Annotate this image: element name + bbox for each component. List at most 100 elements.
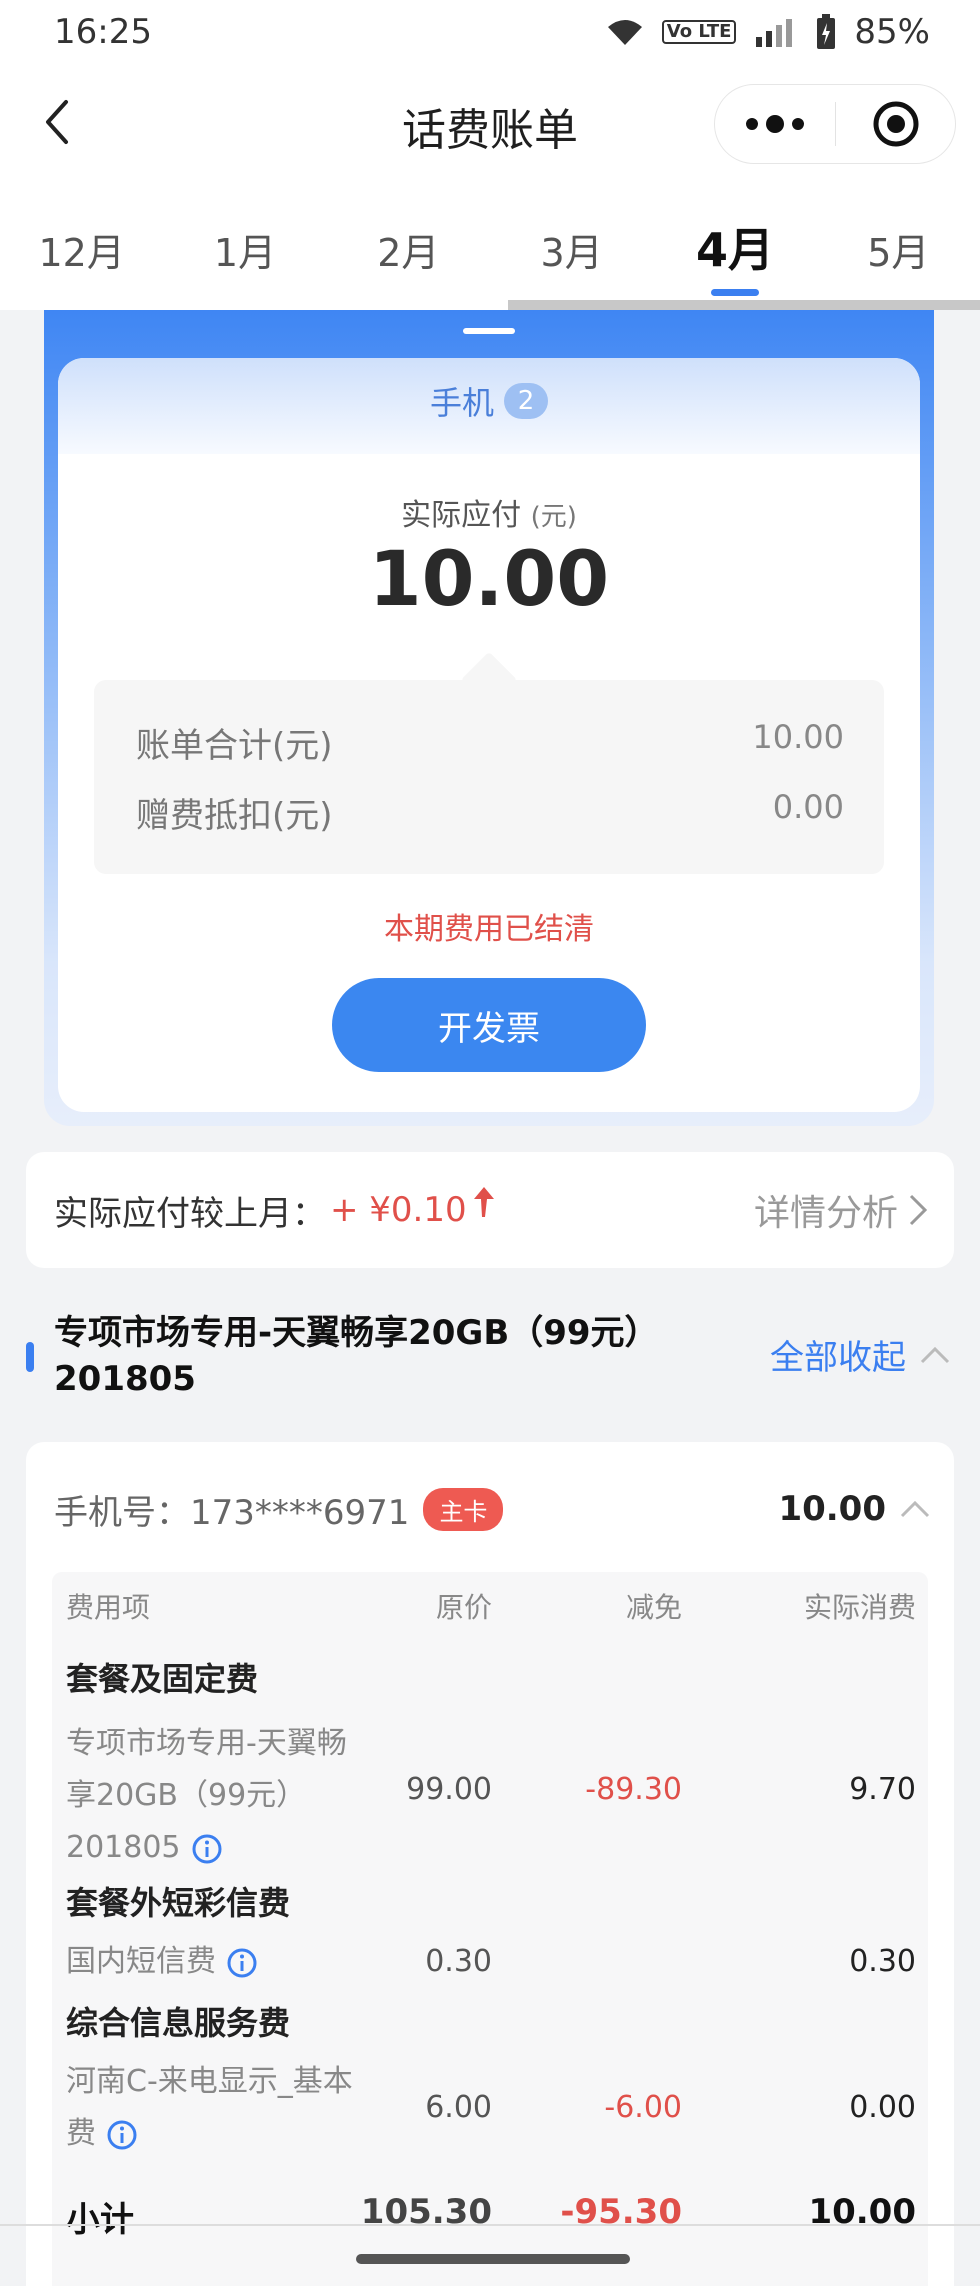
group-info-service: 综合信息服务费 [66,2004,291,2042]
invoice-button[interactable]: 开发票 [332,978,646,1072]
sms-original: 0.30 [425,1944,492,1979]
chevron-right-icon [909,1194,928,1226]
phone-number: 手机号：173****6971 [54,1492,410,1533]
tab-month-12[interactable]: 12月 [0,182,163,310]
pay-amount: 10.00 [368,534,610,623]
col-original: 原价 [435,1591,492,1624]
fee-table: 费用项 原价 减免 实际消费 套餐及固定费 专项市场专用-天翼畅 享20GB（9… [52,1572,928,2286]
chevron-up-icon[interactable] [900,1500,930,1518]
subtotal-original: 105.30 [360,2192,492,2232]
target-close-icon [873,101,918,147]
subtotal-row: 小计 105.30 -95.30 10.00 [52,2192,928,2242]
tab-month-1[interactable]: 1月 [163,182,326,310]
package-original: 99.00 [406,1772,492,1807]
phone-total: 10.00 [778,1489,930,1529]
compare-summary: 实际应付较上月： + ¥0.10 [54,1186,497,1235]
device-tab-label: 手机 [429,384,494,422]
col-actual: 实际消费 [803,1591,916,1624]
bottom-divider [0,2224,980,2226]
detail-analysis-label: 详情分析 [753,1193,898,1234]
nav-header: 话费账单 [0,64,980,182]
settled-status: 本期费用已结清 [384,912,594,947]
subtotal-label: 小计 [66,2200,134,2240]
pay-label: 实际应付 (元) [58,490,920,534]
collapse-all-button[interactable]: 全部收起 [770,1330,950,1379]
increase-arrow-icon [473,1187,494,1217]
tab-month-4[interactable]: 4月 [653,182,816,310]
device-tab[interactable]: 手机 2 [58,378,920,424]
status-bar: 16:25 Vo LTE 85% [0,0,980,64]
item-package-line3: 201805 [66,1830,181,1865]
gift-row: 赠费抵扣(元) 0.00 [136,788,844,837]
compare-delta: + ¥0.10 [330,1190,467,1230]
pay-unit: (元) [530,502,577,532]
gesture-bar[interactable] [356,2254,630,2264]
more-button[interactable] [715,85,835,163]
tab-scrollbar [508,300,980,310]
item-caller-line2-wrap: 费 [66,2108,366,2160]
mini-program-capsule [714,84,956,164]
subtotal-discount: -95.30 [560,2192,682,2232]
plan-section: 专项市场专用-天翼畅享20GB（99元） 201805 全部收起 [0,1300,980,1418]
total-label: 账单合计(元) [136,726,333,766]
item-package-name: 专项市场专用-天翼畅 享20GB（99元） 201805 [66,1718,366,1874]
package-actual: 9.70 [849,1772,916,1807]
caller-actual: 0.00 [849,2090,916,2125]
status-time: 16:25 [54,12,152,52]
info-icon[interactable] [106,2119,138,2151]
signal-icon [756,19,793,47]
sms-actual: 0.30 [849,1944,916,1979]
info-icon[interactable] [226,1947,258,1979]
bill-card: 手机 2 实际应付 (元) 10.00 账单合计(元) 10.00 赠费抵扣(元… [44,310,934,1126]
device-count-badge: 2 [504,383,548,419]
phone-total-value: 10.00 [778,1489,886,1529]
plan-title-line1: 专项市场专用-天翼畅享20GB（99元） [54,1313,659,1353]
volte-icon: Vo LTE [661,20,737,44]
phone-row[interactable]: 手机号：173****6971 主卡 10.00 [54,1480,930,1538]
col-fee-item: 费用项 [66,1591,151,1624]
phone-detail-card: 手机号：173****6971 主卡 10.00 费用项 原价 减免 实际消费 … [26,1442,954,2286]
item-package-line1: 专项市场专用-天翼畅 [66,1726,347,1761]
month-tabs: 12月 1月 2月 3月 4月 5月 [0,182,980,310]
close-mini-program-button[interactable] [836,85,955,163]
section-marker [26,1342,34,1372]
tab-month-5[interactable]: 5月 [817,182,980,310]
group-package: 套餐及固定费 [66,1660,259,1698]
tab-month-3[interactable]: 3月 [490,182,653,310]
item-caller-id-name: 河南C-来电显示_基本 费 [66,2056,366,2160]
item-sms-label: 国内短信费 [66,1944,216,1979]
battery-icon [817,14,836,49]
fee-table-header: 费用项 原价 减免 实际消费 [52,1586,928,1626]
battery-level: 85% [854,12,930,52]
caller-discount: -6.00 [604,2090,682,2125]
total-row: 账单合计(元) 10.00 [136,718,844,767]
gift-label: 赠费抵扣(元) [136,796,333,836]
gift-value: 0.00 [772,788,844,826]
item-caller-line1: 河南C-来电显示_基本 [66,2064,353,2099]
wifi-icon [607,20,642,45]
col-discount: 减免 [625,1591,682,1624]
info-icon[interactable] [191,1833,223,1865]
total-value: 10.00 [752,718,844,756]
tab-month-2[interactable]: 2月 [327,182,490,310]
drag-handle[interactable] [463,328,515,334]
item-package-line2: 享20GB（99元） [66,1778,307,1813]
caller-original: 6.00 [425,2090,492,2125]
item-sms-name: 国内短信费 [66,1936,366,1988]
bill-breakdown: 账单合计(元) 10.00 赠费抵扣(元) 0.00 [94,651,884,874]
pay-label-text: 实际应付 [401,498,522,533]
collapse-all-label: 全部收起 [770,1338,906,1378]
detail-analysis-link[interactable]: 详情分析 [754,1184,928,1236]
group-sms: 套餐外短彩信费 [66,1884,291,1922]
compare-label: 实际应付较上月： [54,1193,326,1234]
package-discount: -89.30 [585,1772,682,1807]
primary-card-badge: 主卡 [423,1487,504,1531]
status-icons: Vo LTE 85% [606,12,930,52]
bill-summary-panel: 手机 2 实际应付 (元) 10.00 账单合计(元) 10.00 赠费抵扣(元… [58,358,920,1112]
item-package-line3-wrap: 201805 [66,1822,366,1874]
plan-title: 专项市场专用-天翼畅享20GB（99元） 201805 [54,1310,714,1402]
subtotal-actual: 10.00 [808,2192,916,2232]
month-compare-bar[interactable]: 实际应付较上月： + ¥0.10 详情分析 [26,1152,954,1268]
item-caller-line2: 费 [66,2116,96,2151]
plan-title-line2: 201805 [54,1359,196,1399]
